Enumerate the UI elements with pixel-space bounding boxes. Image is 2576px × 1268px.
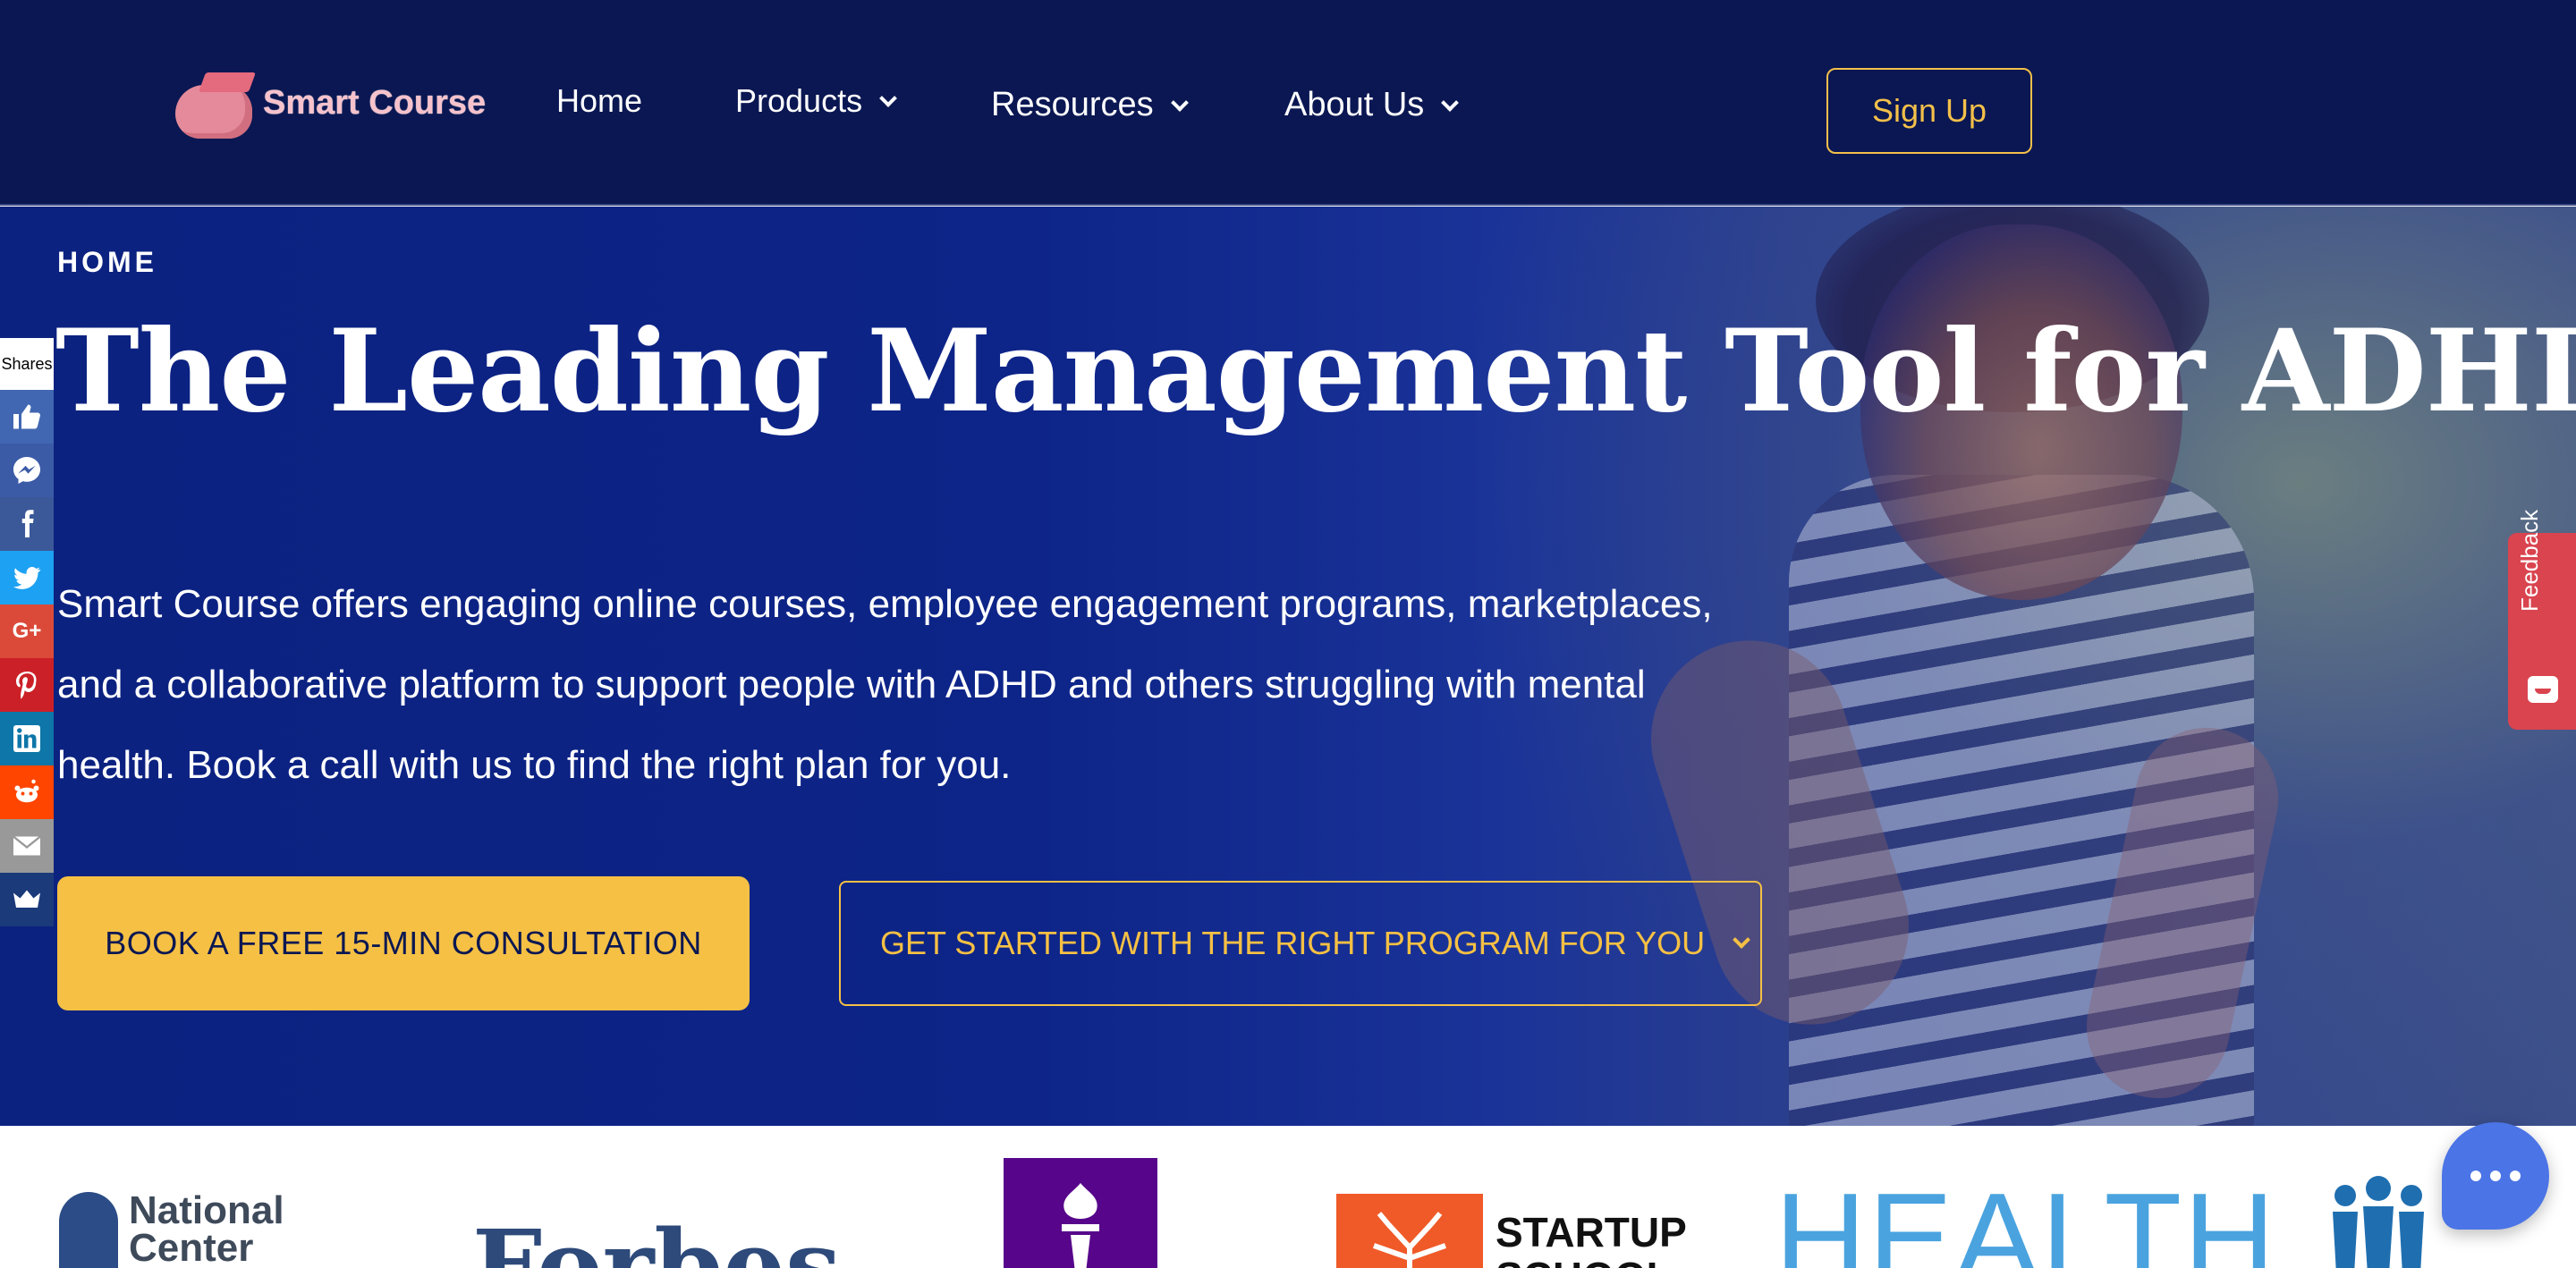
nav-item-label: Products (735, 82, 863, 119)
hero-description: Smart Course offers engaging online cour… (57, 582, 1713, 787)
health-logo: HEALTH (1775, 1167, 2277, 1268)
sign-up-button[interactable]: Sign Up (1826, 68, 2032, 154)
facebook-icon[interactable] (0, 497, 54, 551)
ncfl-mark-icon (59, 1192, 118, 1268)
chevron-down-icon (879, 89, 897, 107)
ncfl-logo-text: National Center for (129, 1188, 284, 1268)
share-count-label: Shares (0, 338, 54, 390)
book-consultation-button[interactable]: BOOK A FREE 15-MIN CONSULTATION (57, 876, 750, 1010)
logo-text: Smart Course (263, 83, 487, 122)
site-header: Smart Course Home Products Resources Abo… (0, 0, 2576, 206)
like-icon[interactable] (0, 390, 54, 444)
chat-dot (2490, 1171, 2501, 1181)
chevron-down-icon (1441, 93, 1460, 112)
startup-school-text: STARTUP SCHOOL (1496, 1209, 1686, 1268)
feedback-smiley-icon (2528, 676, 2558, 703)
page-title: The Leading Management Tool for ADHD (55, 305, 2576, 437)
nyu-torch-icon (1062, 1183, 1099, 1268)
press-logos-strip: National Center for Forbes STARTUP SCHOO… (0, 1126, 2576, 1268)
startup-school-logo: STARTUP SCHOOL (1336, 1194, 1692, 1268)
nav-item-resources[interactable]: Resources (991, 86, 1189, 124)
reddit-icon[interactable] (0, 765, 54, 819)
nav-item-about-us[interactable]: About Us (1284, 86, 1460, 124)
breadcrumb[interactable]: HOME (57, 246, 157, 279)
brain-cap-logo-icon (175, 67, 259, 139)
email-icon[interactable] (0, 819, 54, 873)
get-started-label: GET STARTED WITH THE RIGHT PROGRAM FOR Y… (880, 925, 1706, 961)
messenger-icon[interactable] (0, 444, 54, 497)
startup-tree-icon (1336, 1194, 1483, 1268)
nav-item-label: About Us (1284, 86, 1425, 123)
google-plus-icon[interactable]: G+ (0, 604, 54, 658)
pinterest-icon[interactable] (0, 658, 54, 712)
nyu-logo (1004, 1158, 1157, 1268)
people-group-logo-icon (2320, 1176, 2436, 1268)
ncfl-logo: National Center for (59, 1188, 308, 1268)
hero-section: HOME The Leading Management Tool for ADH… (0, 207, 2576, 1126)
chevron-down-icon (1170, 93, 1189, 112)
twitter-icon[interactable] (0, 551, 54, 604)
nav-item-products[interactable]: Products (735, 82, 897, 120)
linkedin-icon[interactable] (0, 712, 54, 765)
nav-item-home[interactable]: Home (556, 82, 642, 120)
chat-dot (2510, 1171, 2521, 1181)
site-logo[interactable]: Smart Course (175, 63, 494, 143)
chat-dot (2470, 1171, 2481, 1181)
nav-item-label: Home (556, 82, 643, 119)
chevron-down-icon (1733, 931, 1750, 949)
sumo-icon[interactable] (0, 873, 54, 926)
chat-widget-button[interactable] (2442, 1122, 2549, 1230)
get-started-dropdown-button[interactable]: GET STARTED WITH THE RIGHT PROGRAM FOR Y… (839, 881, 1762, 1006)
forbes-logo: Forbes (472, 1208, 842, 1268)
feedback-label: Feedback (2516, 509, 2543, 612)
social-share-bar: Shares G+ (0, 338, 54, 926)
nav-item-label: Resources (991, 86, 1154, 123)
